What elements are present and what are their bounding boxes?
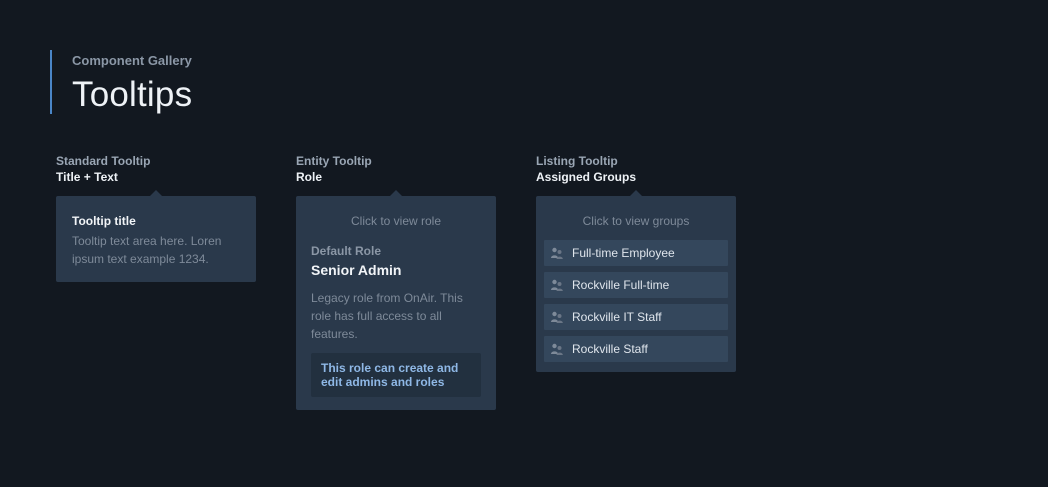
section-label: Entity Tooltip [296, 154, 372, 168]
standard-tooltip-section: Standard Tooltip Title + Text [56, 154, 150, 184]
group-name: Rockville Staff [572, 342, 648, 356]
standard-tooltip: Tooltip title Tooltip text area here. Lo… [56, 190, 256, 282]
list-item[interactable]: Full-time Employee [544, 240, 728, 266]
page-title: Tooltips [72, 75, 193, 114]
view-groups-link[interactable]: Click to view groups [544, 214, 728, 228]
list-item[interactable]: Rockville Staff [544, 336, 728, 362]
group-icon [551, 247, 563, 259]
gallery-eyebrow: Component Gallery [72, 53, 192, 68]
section-sublabel: Assigned Groups [536, 170, 637, 184]
role-permission-callout: This role can create and edit admins and… [311, 353, 481, 397]
role-label: Default Role [311, 244, 382, 258]
group-name: Rockville IT Staff [572, 310, 662, 324]
list-item[interactable]: Rockville Full-time [544, 272, 728, 298]
section-label: Listing Tooltip [536, 154, 618, 168]
role-description: Legacy role from OnAir. This role has fu… [311, 291, 463, 341]
section-sublabel: Role [296, 170, 323, 184]
entity-tooltip: Click to view role Default Role Senior A… [296, 190, 496, 410]
list-item[interactable]: Rockville IT Staff [544, 304, 728, 330]
group-icon [551, 279, 563, 291]
listing-tooltip: Click to view groups Full-time Employee … [536, 190, 736, 372]
tooltip-caret [390, 190, 402, 196]
group-name: Rockville Full-time [572, 278, 670, 292]
section-label: Standard Tooltip [56, 154, 151, 168]
group-name: Full-time Employee [572, 246, 675, 260]
entity-tooltip-section: Entity Tooltip Role [296, 154, 372, 184]
listing-tooltip-section: Listing Tooltip Assigned Groups [536, 154, 636, 184]
tooltip-caret [630, 190, 642, 196]
group-icon [551, 311, 563, 323]
role-name: Senior Admin [311, 262, 402, 278]
tooltip-text: Tooltip text area here. Loren ipsum text… [72, 234, 222, 266]
section-sublabel: Title + Text [56, 170, 118, 184]
tooltip-caret [150, 190, 162, 196]
group-icon [551, 343, 563, 355]
tooltip-title: Tooltip title [72, 214, 136, 228]
view-role-link[interactable]: Click to view role [311, 214, 481, 228]
gallery-header: Component Gallery Tooltips [50, 50, 192, 114]
